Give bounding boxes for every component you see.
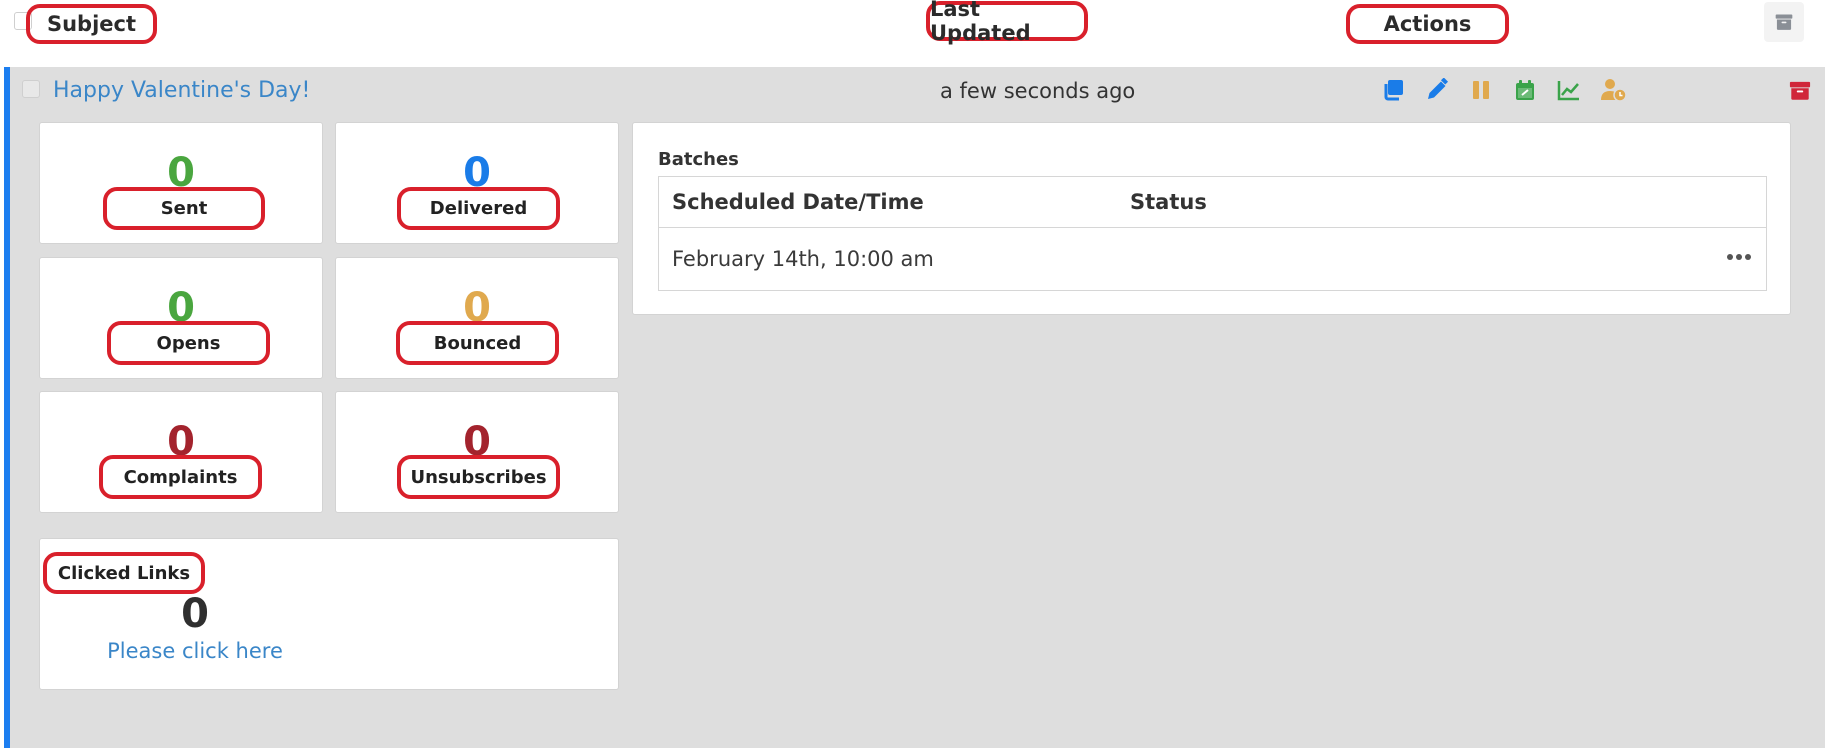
archive-campaign-button[interactable] bbox=[1789, 80, 1811, 106]
unsubscribes-label: Unsubscribes bbox=[397, 455, 560, 499]
copy-icon[interactable] bbox=[1381, 78, 1405, 102]
please-click-here-link[interactable]: Please click here bbox=[40, 639, 350, 663]
archive-icon bbox=[1789, 81, 1811, 100]
last-updated-column-header[interactable]: Last Updated bbox=[926, 0, 1088, 45]
more-dots-icon bbox=[1727, 254, 1751, 260]
delivered-label: Delivered bbox=[397, 187, 560, 230]
table-row: February 14th, 10:00 am bbox=[659, 228, 1766, 290]
user-clock-icon[interactable] bbox=[1601, 78, 1627, 102]
campaign-subject-link[interactable]: Happy Valentine's Day! bbox=[53, 78, 310, 103]
scheduled-datetime: February 14th, 10:00 am bbox=[672, 247, 934, 271]
sent-label: Sent bbox=[103, 187, 265, 230]
clicked-links-label: Clicked Links bbox=[43, 552, 205, 594]
batches-card: Batches Scheduled Date/Time Status Febru… bbox=[632, 122, 1791, 315]
campaign-actions bbox=[1381, 78, 1627, 102]
subject-column-header[interactable]: Subject bbox=[26, 4, 157, 44]
archive-icon bbox=[1775, 14, 1793, 30]
schedule-icon[interactable] bbox=[1513, 78, 1537, 102]
batch-options-button[interactable] bbox=[1723, 244, 1755, 270]
campaign-last-updated: a few seconds ago bbox=[940, 79, 1136, 103]
opens-label: Opens bbox=[107, 321, 270, 365]
batches-table: Scheduled Date/Time Status February 14th… bbox=[658, 176, 1767, 291]
clicked-links-count: 0 bbox=[181, 591, 209, 637]
complaints-label: Complaints bbox=[99, 455, 262, 499]
archive-all-button[interactable] bbox=[1764, 2, 1804, 42]
campaign-checkbox[interactable] bbox=[22, 80, 40, 98]
bounced-label: Bounced bbox=[396, 321, 559, 365]
edit-icon[interactable] bbox=[1425, 78, 1449, 102]
status-column-header: Status bbox=[1130, 190, 1207, 214]
actions-column-header: Actions bbox=[1346, 4, 1509, 44]
chart-icon[interactable] bbox=[1557, 78, 1581, 102]
batches-title: Batches bbox=[658, 149, 739, 170]
pause-icon[interactable] bbox=[1469, 78, 1493, 102]
scheduled-column-header: Scheduled Date/Time bbox=[672, 190, 924, 214]
